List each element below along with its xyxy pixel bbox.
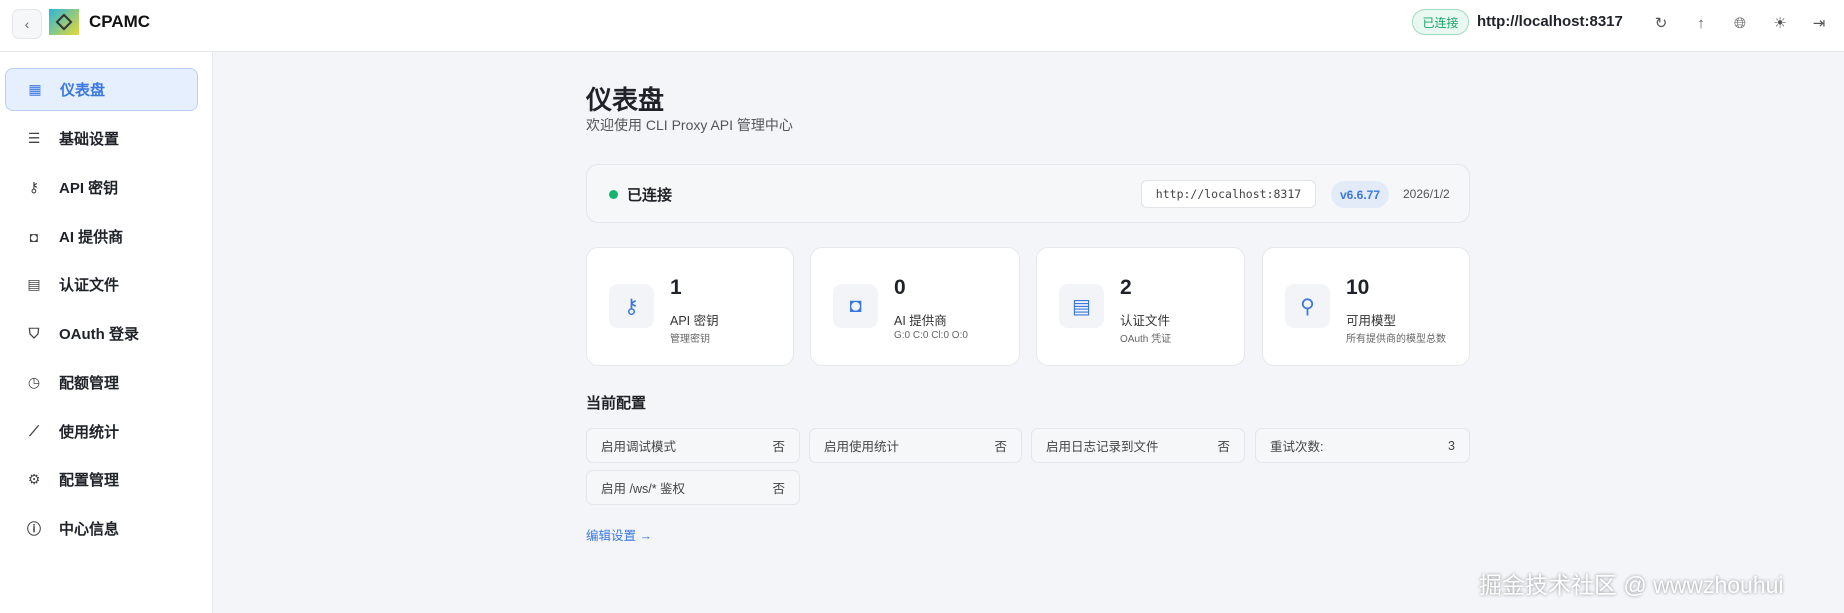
sun-icon[interactable]: ☀ [1769, 12, 1791, 34]
sidebar-item-label: OAuth 登录 [59, 326, 139, 343]
stat-label: API 密钥 [670, 314, 719, 328]
bot-icon: ◘ [833, 284, 878, 328]
stat-label: AI 提供商 [894, 314, 947, 328]
config-label: 启用调试模式 [601, 440, 677, 454]
refresh-icon[interactable]: ↻ [1650, 12, 1672, 34]
stat-label: 认证文件 [1120, 314, 1171, 328]
sidebar-item-label: 认证文件 [59, 277, 120, 294]
sidebar-item-info[interactable]: ⓘ 中心信息 [5, 507, 198, 550]
config-item: 重试次数: 3 [1255, 428, 1470, 463]
stat-sub: 管理密钥 [670, 334, 710, 345]
sliders-icon: ☰ [27, 130, 41, 146]
status-url: http://localhost:8317 [1141, 180, 1316, 208]
stat-sub: OAuth 凭证 [1120, 334, 1172, 345]
connection-status-card: 已连接 http://localhost:8317 v6.6.77 2026/1… [586, 164, 1470, 223]
sidebar-item-label: 中心信息 [59, 521, 120, 538]
top-header: ‹ CPAMC 已连接 http://localhost:8317 ↻ ↑ 🌐︎… [0, 0, 1844, 52]
stat-value: 0 [894, 276, 906, 299]
sidebar-item-label: 配置管理 [59, 472, 120, 489]
stat-sub: G:0 C:0 Cl:0 O:0 [894, 330, 968, 341]
config-label: 启用日志记录到文件 [1046, 440, 1159, 454]
gear-icon: ⚙ [27, 471, 41, 487]
status-text: 已连接 [627, 187, 673, 204]
bot-icon: ◘ [29, 228, 39, 245]
config-value: 否 [1217, 440, 1230, 454]
sidebar-item-dashboard[interactable]: ▦ 仪表盘 [5, 68, 198, 111]
connection-status-badge: 已连接 [1412, 9, 1469, 35]
server-url: http://localhost:8317 [1477, 13, 1623, 30]
app-logo [49, 9, 79, 35]
config-label: 启用 /ws/* 鉴权 [601, 482, 686, 496]
file-icon: ▤ [1059, 284, 1104, 328]
version-badge: v6.6.77 [1331, 181, 1389, 208]
stat-label: 可用模型 [1346, 314, 1397, 328]
file-icon: ▤ [27, 276, 41, 292]
collapse-sidebar-button[interactable]: ‹ [12, 9, 42, 39]
sidebar-item-label: 仪表盘 [60, 82, 106, 99]
stat-card-auth-files[interactable]: ▤ 2 认证文件 OAuth 凭证 [1036, 247, 1245, 366]
config-item: 启用使用统计 否 [809, 428, 1022, 463]
sidebar-item-usage-stats[interactable]: ⟋ 使用统计 [5, 410, 198, 453]
chevron-left-icon: ‹ [24, 16, 30, 32]
config-label: 重试次数: [1270, 440, 1324, 454]
config-label: 启用使用统计 [824, 440, 900, 454]
config-value: 3 [1448, 438, 1455, 453]
chart-icon: ⟋ [29, 423, 39, 439]
key-icon: ⚷ [28, 179, 40, 195]
key-icon: ⚷ [609, 284, 654, 328]
stat-card-models[interactable]: ⚲ 10 可用模型 所有提供商的模型总数 [1262, 247, 1470, 366]
stat-card-api-keys[interactable]: ⚷ 1 API 密钥 管理密钥 [586, 247, 794, 366]
config-item: 启用 /ws/* 鉴权 否 [586, 470, 800, 505]
sidebar-item-label: 配额管理 [59, 375, 120, 392]
status-dot-icon [609, 190, 618, 199]
sidebar-item-api-keys[interactable]: ⚷ API 密钥 [5, 166, 198, 209]
stat-value: 10 [1346, 276, 1370, 299]
app-brand: CPAMC [89, 12, 151, 31]
sidebar-item-quota[interactable]: ◷ 配额管理 [5, 361, 198, 404]
stat-value: 2 [1120, 276, 1132, 299]
sidebar: ▦ 仪表盘 ☰ 基础设置 ⚷ API 密钥 ◘ AI 提供商 ▤ 认证文件 ⛉ OAuth … [0, 52, 213, 613]
sidebar-item-basic-settings[interactable]: ☰ 基础设置 [5, 117, 198, 160]
sidebar-item-ai-providers[interactable]: ◘ AI 提供商 [5, 215, 198, 258]
stat-sub: 所有提供商的模型总数 [1346, 334, 1446, 345]
globe-icon[interactable]: 🌐︎ [1729, 12, 1751, 34]
stat-value: 1 [670, 276, 682, 299]
config-item: 启用调试模式 否 [586, 428, 800, 463]
status-date: 2026/1/2 [1403, 187, 1450, 201]
sidebar-item-label: 使用统计 [59, 424, 120, 441]
page-title: 仪表盘 [586, 85, 665, 115]
logout-icon[interactable]: ⇥ [1808, 12, 1830, 34]
timer-icon: ◷ [27, 374, 41, 390]
config-value: 否 [772, 440, 785, 454]
sidebar-item-label: 基础设置 [59, 131, 120, 148]
sidebar-item-label: AI 提供商 [59, 229, 124, 246]
satellite-icon: ⚲ [1285, 284, 1330, 328]
config-value: 否 [994, 440, 1007, 454]
edit-settings-link[interactable]: 编辑设置 → [586, 525, 652, 544]
sidebar-item-auth-files[interactable]: ▤ 认证文件 [5, 263, 198, 306]
config-section-title: 当前配置 [586, 395, 647, 412]
config-item: 启用日志记录到文件 否 [1031, 428, 1245, 463]
watermark: 掘金技术社区 @ wwwzhouhui [1479, 572, 1784, 598]
config-value: 否 [772, 482, 785, 496]
sidebar-item-label: API 密钥 [59, 180, 119, 197]
dashboard-icon: ▦ [28, 81, 42, 97]
info-icon: ⓘ [27, 520, 41, 537]
stat-card-ai-providers[interactable]: ◘ 0 AI 提供商 G:0 C:0 Cl:0 O:0 [810, 247, 1020, 366]
shield-icon: ⛉ [28, 325, 40, 341]
arrow-up-icon[interactable]: ↑ [1690, 12, 1712, 34]
sidebar-item-config[interactable]: ⚙ 配置管理 [5, 458, 198, 501]
sidebar-item-oauth-login[interactable]: ⛉ OAuth 登录 [5, 312, 198, 355]
page-subtitle: 欢迎使用 CLI Proxy API 管理中心 [586, 117, 793, 133]
